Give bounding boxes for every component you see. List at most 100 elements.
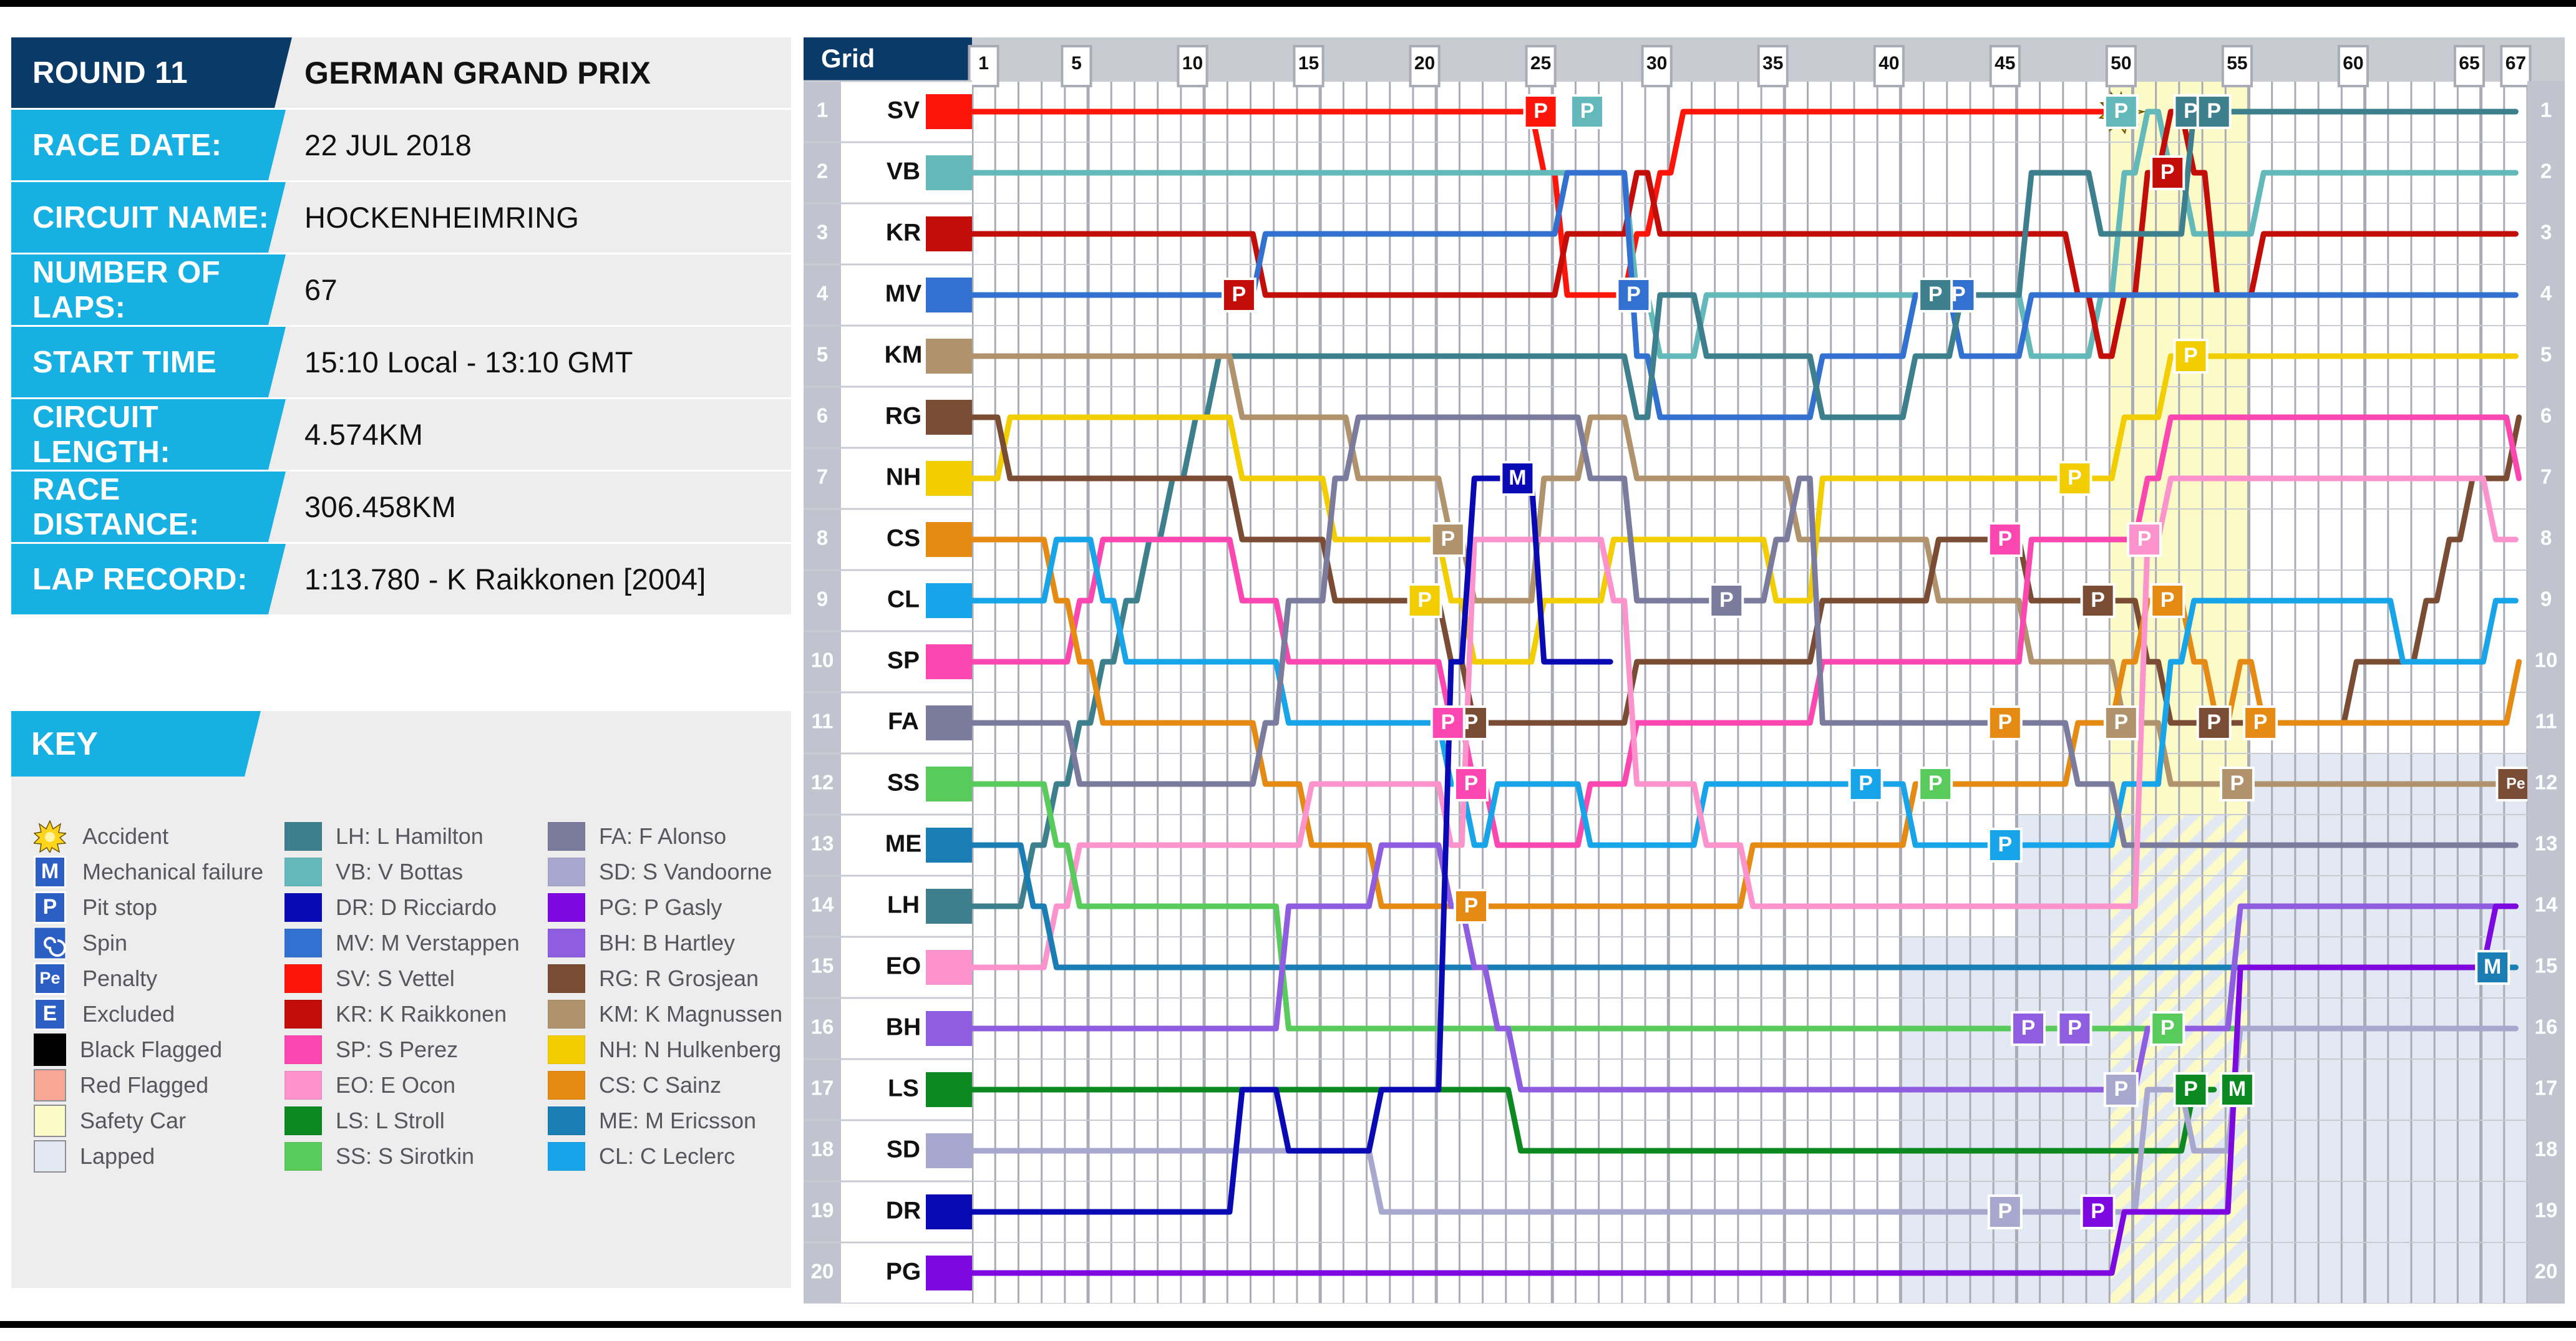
event-marker-pit-kr: P xyxy=(2150,155,2185,190)
key-label: SV: S Vettel xyxy=(336,965,455,991)
svg-text:P: P xyxy=(1719,588,1734,612)
finish-position-20: 20 xyxy=(2535,1260,2558,1283)
key-driver-bh: BH: B Hartley xyxy=(548,925,810,961)
driver-colour-swatch xyxy=(284,821,322,851)
grid-driver-code-sp: SP xyxy=(887,647,920,674)
grid-driver-code-fa: FA xyxy=(888,708,919,735)
key-label: Black Flagged xyxy=(80,1036,223,1062)
info-row-race-date-label: RACE DATE: xyxy=(11,110,286,180)
event-marker-mechanical-me: M xyxy=(2475,950,2510,985)
key-label: Pit stop xyxy=(82,894,158,920)
lap-tick-45: 45 xyxy=(1995,53,2015,74)
driver-colour-swatch xyxy=(284,1106,322,1135)
grid-header-label: Grid xyxy=(821,44,875,73)
lap-tick-40: 40 xyxy=(1879,53,1899,74)
info-row-lap-record-label: LAP RECORD: xyxy=(11,544,286,614)
event-marker-pit-lh: P xyxy=(2196,94,2232,129)
grid-driver-swatch-me xyxy=(926,828,972,863)
event-marker-pit-rg: P xyxy=(2196,705,2232,740)
svg-text:P: P xyxy=(2184,1077,2198,1101)
grid-driver-swatch-kr xyxy=(926,216,972,251)
finish-position-7: 7 xyxy=(2540,465,2552,488)
grid-position-14: 14 xyxy=(811,893,834,916)
svg-text:P: P xyxy=(2068,466,2082,490)
driver-colour-swatch xyxy=(284,1141,322,1171)
key-item-excluded: E Excluded xyxy=(34,996,308,1032)
penalty-icon: Pe xyxy=(34,962,66,995)
svg-text:P: P xyxy=(1998,1199,2012,1223)
finish-position-11: 11 xyxy=(2535,710,2557,733)
svg-text:P: P xyxy=(2091,1199,2105,1223)
key-driver-eo: EO: E Ocon xyxy=(284,1067,553,1103)
lapped-icon xyxy=(34,1140,66,1173)
finish-position-15: 15 xyxy=(2535,954,2558,977)
driver-colour-swatch xyxy=(548,928,585,957)
event-marker-pit-sp: P xyxy=(1987,522,2023,557)
svg-text:P: P xyxy=(2068,1016,2082,1040)
grid-driver-swatch-sp xyxy=(926,644,972,679)
info-row-round: ROUND 11 GERMAN GRAND PRIX xyxy=(11,37,791,108)
accident-icon xyxy=(32,819,68,854)
info-row-lap-record-value: 1:13.780 - K Raikkonen [2004] xyxy=(304,563,706,596)
svg-text:P: P xyxy=(1464,772,1479,795)
info-row-number-of-laps-label: NUMBER OF LAPS: xyxy=(11,254,286,325)
svg-text:P: P xyxy=(1464,894,1479,917)
key-driver-sp: SP: S Perez xyxy=(284,1032,553,1067)
grid-position-1: 1 xyxy=(817,99,828,122)
svg-text:P: P xyxy=(2160,1016,2175,1040)
svg-text:M: M xyxy=(1509,466,1526,490)
grid-driver-swatch-lh xyxy=(926,889,972,924)
info-row-start-time-label: START TIME xyxy=(11,327,286,397)
key-driver-sv: SV: S Vettel xyxy=(284,961,553,996)
info-row-round-value: GERMAN GRAND PRIX xyxy=(304,55,651,90)
info-row-start-time: START TIME 15:10 Local - 13:10 GMT xyxy=(11,327,791,397)
key-label: BH: B Hartley xyxy=(599,929,736,956)
driver-colour-swatch xyxy=(548,1070,585,1100)
key-driver-cl: CL: C Leclerc xyxy=(548,1138,810,1174)
svg-text:P: P xyxy=(1928,283,1943,306)
svg-text:P: P xyxy=(1998,833,2012,856)
grid-driver-code-bh: BH xyxy=(886,1014,921,1040)
grid-driver-swatch-pg xyxy=(926,1256,972,1290)
lap-tick-35: 35 xyxy=(1762,53,1783,74)
finish-position-13: 13 xyxy=(2535,832,2558,855)
info-row-lap-record: LAP RECORD: 1:13.780 - K Raikkonen [2004] xyxy=(11,544,791,614)
grid-driver-code-sd: SD xyxy=(887,1136,920,1163)
driver-colour-swatch xyxy=(284,928,322,957)
grid-driver-swatch-vb xyxy=(926,155,972,190)
finish-position-18: 18 xyxy=(2535,1138,2558,1161)
info-row-number-of-laps: NUMBER OF LAPS: 67 xyxy=(11,254,791,325)
event-marker-pit-km: P xyxy=(2103,705,2139,740)
event-marker-pit-km: P xyxy=(1430,522,1465,557)
black-flag-icon xyxy=(34,1033,66,1066)
key-label: MV: M Verstappen xyxy=(336,929,520,956)
lap-chart-svg: P P P P P P P M P P P P P P P P P P P P P P P P P P P P P P P P P P P M P P P P… xyxy=(804,37,2565,1304)
lap-tick-5: 5 xyxy=(1071,53,1082,74)
lap-tick-67: 67 xyxy=(2506,53,2526,74)
event-marker-pit-sd: P xyxy=(2103,1072,2139,1107)
event-marker-pit-sp: P xyxy=(1430,705,1465,740)
grid-position-20: 20 xyxy=(811,1260,834,1283)
event-marker-pit-rg: P xyxy=(2080,583,2116,618)
grid-driver-swatch-eo xyxy=(926,950,972,985)
key-label: FA: F Alonso xyxy=(599,823,727,849)
chart-gridlines xyxy=(970,80,2529,1304)
driver-colour-swatch xyxy=(548,999,585,1029)
finish-position-17: 17 xyxy=(2535,1077,2558,1100)
grid-driver-code-lh: LH xyxy=(887,891,920,918)
event-marker-pit-nh: P xyxy=(1407,583,1442,618)
key-label: SS: S Sirotkin xyxy=(336,1143,475,1169)
finish-position-9: 9 xyxy=(2540,588,2552,611)
grid-driver-code-ss: SS xyxy=(887,769,920,796)
lap-tick-25: 25 xyxy=(1530,53,1551,74)
grid-driver-code-me: ME xyxy=(885,830,922,857)
lap-tick-55: 55 xyxy=(2227,53,2247,74)
svg-text:Pe: Pe xyxy=(2506,775,2525,793)
key-label: CS: C Sainz xyxy=(599,1072,722,1098)
finish-position-4: 4 xyxy=(2540,282,2552,305)
key-label: EO: E Ocon xyxy=(336,1072,456,1098)
info-row-number-of-laps-value: 67 xyxy=(304,273,338,306)
key-item-pit: P Pit stop xyxy=(34,889,308,925)
grid-position-3: 3 xyxy=(817,221,828,244)
grid-driver-swatch-rg xyxy=(926,400,972,435)
